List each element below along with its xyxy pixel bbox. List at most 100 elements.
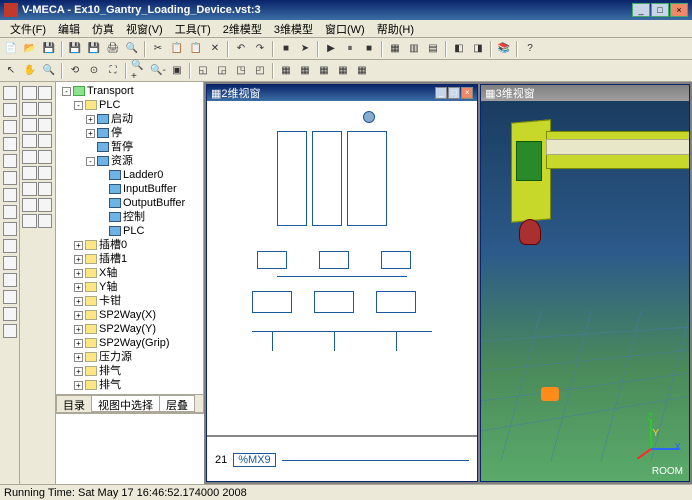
tool-b4[interactable] — [22, 134, 52, 148]
print-icon[interactable]: 🖨 — [104, 40, 122, 58]
new-icon[interactable]: 📄 — [2, 40, 20, 58]
tab-catalog[interactable]: 目录 — [56, 395, 92, 412]
tab-cascade[interactable]: 层叠 — [159, 395, 195, 412]
tool-b7[interactable] — [22, 182, 52, 196]
tree-item[interactable]: +SP2Way(Y) — [58, 322, 201, 336]
diskette2-icon[interactable]: 💾 — [85, 40, 103, 58]
save-icon[interactable]: 💾 — [40, 40, 58, 58]
help-icon[interactable]: ? — [521, 40, 539, 58]
tool-a3-icon[interactable] — [3, 120, 17, 134]
play-icon[interactable]: ▶ — [322, 40, 340, 58]
canvas-3d[interactable]: Z Y X ROOM — [481, 101, 689, 481]
preview-icon[interactable]: 🔍 — [123, 40, 141, 58]
grid4-icon[interactable]: ▦ — [334, 62, 352, 80]
maximize-button[interactable]: □ — [651, 3, 669, 17]
view1-icon[interactable]: ◱ — [194, 62, 212, 80]
tree-item[interactable]: +停 — [58, 126, 201, 140]
redo-icon[interactable]: ↷ — [251, 40, 269, 58]
copy-icon[interactable]: 📋 — [168, 40, 186, 58]
grid3-icon[interactable]: ▦ — [315, 62, 333, 80]
panel1-icon[interactable]: ▦ — [386, 40, 404, 58]
zoomin-icon[interactable]: 🔍+ — [130, 62, 148, 80]
tree-item[interactable]: +卡钳 — [58, 294, 201, 308]
panel5-icon[interactable]: ◨ — [469, 40, 487, 58]
menu-3d[interactable]: 3维模型 — [268, 21, 319, 37]
tool-a11-icon[interactable] — [3, 256, 17, 270]
menu-2d[interactable]: 2维模型 — [217, 21, 268, 37]
panel4-icon[interactable]: ◧ — [450, 40, 468, 58]
tree-item[interactable]: PLC — [58, 224, 201, 238]
project-tree[interactable]: -Transport-PLC+启动+停暂停-资源Ladder0InputBuff… — [56, 82, 203, 394]
tree-item[interactable]: +插槽1 — [58, 252, 201, 266]
tree-item[interactable]: 控制 — [58, 210, 201, 224]
menu-sim[interactable]: 仿真 — [86, 21, 120, 37]
tree-item[interactable]: +X轴 — [58, 266, 201, 280]
zoom-icon[interactable]: 🔍 — [40, 62, 58, 80]
orbit-icon[interactable]: ⊙ — [85, 62, 103, 80]
win2d-min-icon[interactable]: _ — [435, 87, 447, 99]
grid5-icon[interactable]: ▦ — [353, 62, 371, 80]
menu-edit[interactable]: 编辑 — [52, 21, 86, 37]
tool-a5-icon[interactable] — [3, 154, 17, 168]
grid2-icon[interactable]: ▦ — [296, 62, 314, 80]
tool-b6[interactable] — [22, 166, 52, 180]
tool-a7-icon[interactable] — [3, 188, 17, 202]
undo-icon[interactable]: ↶ — [232, 40, 250, 58]
tree-item[interactable]: +排气 — [58, 378, 201, 392]
tree-item[interactable]: +SP2Way(Grip) — [58, 336, 201, 350]
tree-item[interactable]: Ladder0 — [58, 168, 201, 182]
tool-b8[interactable] — [22, 198, 52, 212]
tree-item[interactable]: OutputBuffer — [58, 196, 201, 210]
window-2d-titlebar[interactable]: ▦ 2维视窗 _ □ × — [207, 85, 477, 101]
tab-selection[interactable]: 视图中选择 — [91, 395, 160, 412]
win2d-max-icon[interactable]: □ — [448, 87, 460, 99]
open-icon[interactable]: 📂 — [21, 40, 39, 58]
tree-item[interactable]: +插槽0 — [58, 238, 201, 252]
menu-help[interactable]: 帮助(H) — [371, 21, 420, 37]
tree-item[interactable]: InputBuffer — [58, 182, 201, 196]
extent-icon[interactable]: ⛶ — [104, 62, 122, 80]
tool-b1[interactable] — [22, 86, 52, 100]
cut-icon[interactable]: ✂ — [149, 40, 167, 58]
tool-b9[interactable] — [22, 214, 52, 228]
view2-icon[interactable]: ◲ — [213, 62, 231, 80]
menu-file[interactable]: 文件(F) — [4, 21, 52, 37]
tool-a10-icon[interactable] — [3, 239, 17, 253]
pause-icon[interactable]: ⏸ — [341, 40, 359, 58]
tool-a1-icon[interactable] — [3, 86, 17, 100]
tree-item[interactable]: +启动 — [58, 112, 201, 126]
tree-item[interactable]: -Transport — [58, 84, 201, 98]
stop2-icon[interactable]: ■ — [360, 40, 378, 58]
tool-b3[interactable] — [22, 118, 52, 132]
grid1-icon[interactable]: ▦ — [277, 62, 295, 80]
library-icon[interactable]: 📚 — [495, 40, 513, 58]
tool-a15-icon[interactable] — [3, 324, 17, 338]
tool-a12-icon[interactable] — [3, 273, 17, 287]
tool-b2[interactable] — [22, 102, 52, 116]
minimize-button[interactable]: _ — [632, 3, 650, 17]
menu-window[interactable]: 窗口(W) — [319, 21, 371, 37]
tree-item[interactable]: -PLC — [58, 98, 201, 112]
pan-icon[interactable]: ✋ — [21, 62, 39, 80]
tool-a2-icon[interactable] — [3, 103, 17, 117]
tool-a14-icon[interactable] — [3, 307, 17, 321]
window-3d-titlebar[interactable]: ▦ 3维视窗 — [481, 85, 689, 101]
tree-item[interactable]: -资源 — [58, 154, 201, 168]
view4-icon[interactable]: ◰ — [251, 62, 269, 80]
zoomout-icon[interactable]: 🔍- — [149, 62, 167, 80]
close-button[interactable]: × — [670, 3, 688, 17]
pointer-icon[interactable]: ➤ — [296, 40, 314, 58]
stop-icon[interactable]: ■ — [277, 40, 295, 58]
rotate-icon[interactable]: ⟲ — [66, 62, 84, 80]
canvas-2d[interactable] — [207, 101, 477, 435]
tool-a4-icon[interactable] — [3, 137, 17, 151]
tool-b5[interactable] — [22, 150, 52, 164]
fit-icon[interactable]: ▣ — [168, 62, 186, 80]
menu-view[interactable]: 视窗(V) — [120, 21, 169, 37]
view3-icon[interactable]: ◳ — [232, 62, 250, 80]
menu-tools[interactable]: 工具(T) — [169, 21, 217, 37]
tree-item[interactable]: +压力源 — [58, 350, 201, 364]
tool-a8-icon[interactable] — [3, 205, 17, 219]
tool-a13-icon[interactable] — [3, 290, 17, 304]
tree-item[interactable]: +Y轴 — [58, 280, 201, 294]
